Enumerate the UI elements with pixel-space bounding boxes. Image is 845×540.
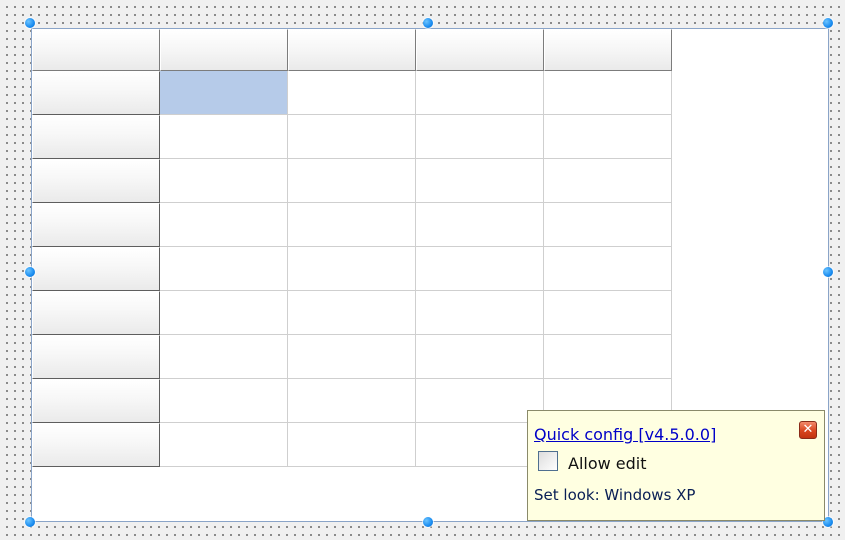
grid-cell[interactable] [288, 159, 416, 203]
grid-cell[interactable] [544, 291, 672, 335]
grid-cell[interactable] [160, 247, 288, 291]
grid-cell[interactable] [160, 291, 288, 335]
data-grid[interactable] [32, 29, 672, 467]
resize-handle-top-right[interactable] [823, 18, 833, 28]
grid-cell[interactable] [544, 115, 672, 159]
grid-cell[interactable] [544, 159, 672, 203]
grid-cell[interactable] [416, 71, 544, 115]
quick-config-panel: Quick config [v4.5.0.0] ✕ Allow edit Set… [527, 410, 825, 521]
close-icon[interactable]: ✕ [799, 421, 817, 439]
grid-cell[interactable] [160, 379, 288, 423]
grid-cell[interactable] [416, 291, 544, 335]
row-header[interactable] [32, 159, 160, 203]
column-header[interactable] [544, 29, 672, 71]
allow-edit-checkbox[interactable] [538, 451, 558, 471]
row-header[interactable] [32, 335, 160, 379]
grid-cell[interactable] [288, 379, 416, 423]
column-header[interactable] [288, 29, 416, 71]
column-header[interactable] [160, 29, 288, 71]
grid-cell[interactable] [544, 71, 672, 115]
grid-cell[interactable] [288, 115, 416, 159]
column-header[interactable] [32, 29, 160, 71]
resize-handle-left[interactable] [25, 267, 35, 277]
grid-cell[interactable] [416, 247, 544, 291]
row-header[interactable] [32, 379, 160, 423]
row-header[interactable] [32, 423, 160, 467]
resize-handle-top[interactable] [423, 18, 433, 28]
quick-config-link[interactable]: Quick config [v4.5.0.0] [534, 425, 716, 444]
resize-handle-top-left[interactable] [25, 18, 35, 28]
grid-cell[interactable] [544, 203, 672, 247]
column-header[interactable] [416, 29, 544, 71]
allow-edit-label: Allow edit [568, 454, 647, 473]
grid-cell[interactable] [288, 291, 416, 335]
grid-cell-selected[interactable] [160, 71, 288, 115]
grid-cell[interactable] [288, 247, 416, 291]
grid-cell[interactable] [160, 335, 288, 379]
resize-handle-bottom[interactable] [423, 517, 433, 527]
grid-cell[interactable] [544, 247, 672, 291]
row-header[interactable] [32, 203, 160, 247]
grid-cell[interactable] [416, 115, 544, 159]
set-look-text: Set look: Windows XP [534, 486, 696, 504]
row-header[interactable] [32, 247, 160, 291]
grid-cell[interactable] [160, 203, 288, 247]
grid-cell[interactable] [544, 335, 672, 379]
resize-handle-right[interactable] [823, 267, 833, 277]
grid-cell[interactable] [288, 203, 416, 247]
grid-cell[interactable] [416, 379, 544, 423]
grid-cell[interactable] [416, 335, 544, 379]
grid-cell[interactable] [416, 159, 544, 203]
grid-cell[interactable] [160, 115, 288, 159]
grid-cell[interactable] [160, 423, 288, 467]
grid-cell[interactable] [416, 423, 544, 467]
row-header[interactable] [32, 71, 160, 115]
grid-cell[interactable] [288, 335, 416, 379]
resize-handle-bottom-left[interactable] [25, 517, 35, 527]
grid-cell[interactable] [288, 71, 416, 115]
row-header[interactable] [32, 291, 160, 335]
grid-cell[interactable] [416, 203, 544, 247]
row-header[interactable] [32, 115, 160, 159]
grid-cell[interactable] [288, 423, 416, 467]
grid-cell[interactable] [160, 159, 288, 203]
